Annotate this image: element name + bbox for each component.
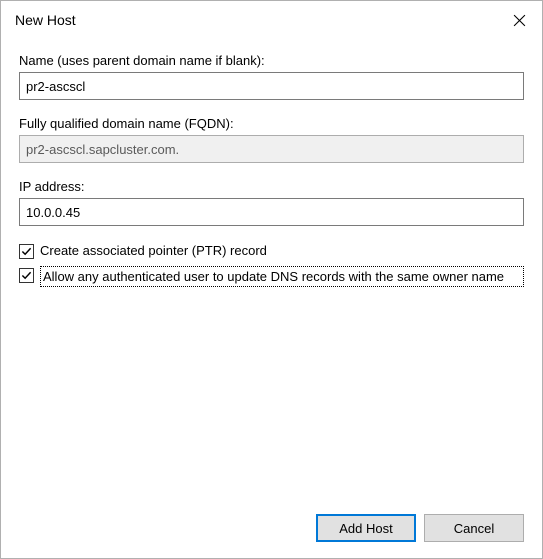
ptr-checkbox[interactable]: [19, 244, 34, 259]
allow-update-checkbox[interactable]: [19, 268, 34, 283]
button-row: Add Host Cancel: [1, 498, 542, 558]
name-field-group: Name (uses parent domain name if blank):: [19, 53, 524, 100]
window-title: New Host: [15, 12, 76, 28]
new-host-dialog: New Host Name (uses parent domain name i…: [0, 0, 543, 559]
fqdn-label: Fully qualified domain name (FQDN):: [19, 116, 524, 131]
close-icon: [513, 14, 526, 27]
ip-label: IP address:: [19, 179, 524, 194]
fqdn-input: [19, 135, 524, 163]
ip-field-group: IP address:: [19, 179, 524, 226]
check-icon: [21, 270, 32, 281]
ptr-checkbox-label: Create associated pointer (PTR) record: [40, 242, 524, 260]
add-host-button[interactable]: Add Host: [316, 514, 416, 542]
titlebar: New Host: [1, 1, 542, 39]
ip-input[interactable]: [19, 198, 524, 226]
allow-update-checkbox-label: Allow any authenticated user to update D…: [40, 266, 524, 288]
name-input[interactable]: [19, 72, 524, 100]
dialog-content: Name (uses parent domain name if blank):…: [1, 39, 542, 498]
name-label: Name (uses parent domain name if blank):: [19, 53, 524, 68]
cancel-button[interactable]: Cancel: [424, 514, 524, 542]
allow-update-checkbox-row: Allow any authenticated user to update D…: [19, 266, 524, 288]
check-icon: [21, 246, 32, 257]
fqdn-field-group: Fully qualified domain name (FQDN):: [19, 116, 524, 163]
ptr-checkbox-row: Create associated pointer (PTR) record: [19, 242, 524, 260]
close-button[interactable]: [496, 1, 542, 39]
